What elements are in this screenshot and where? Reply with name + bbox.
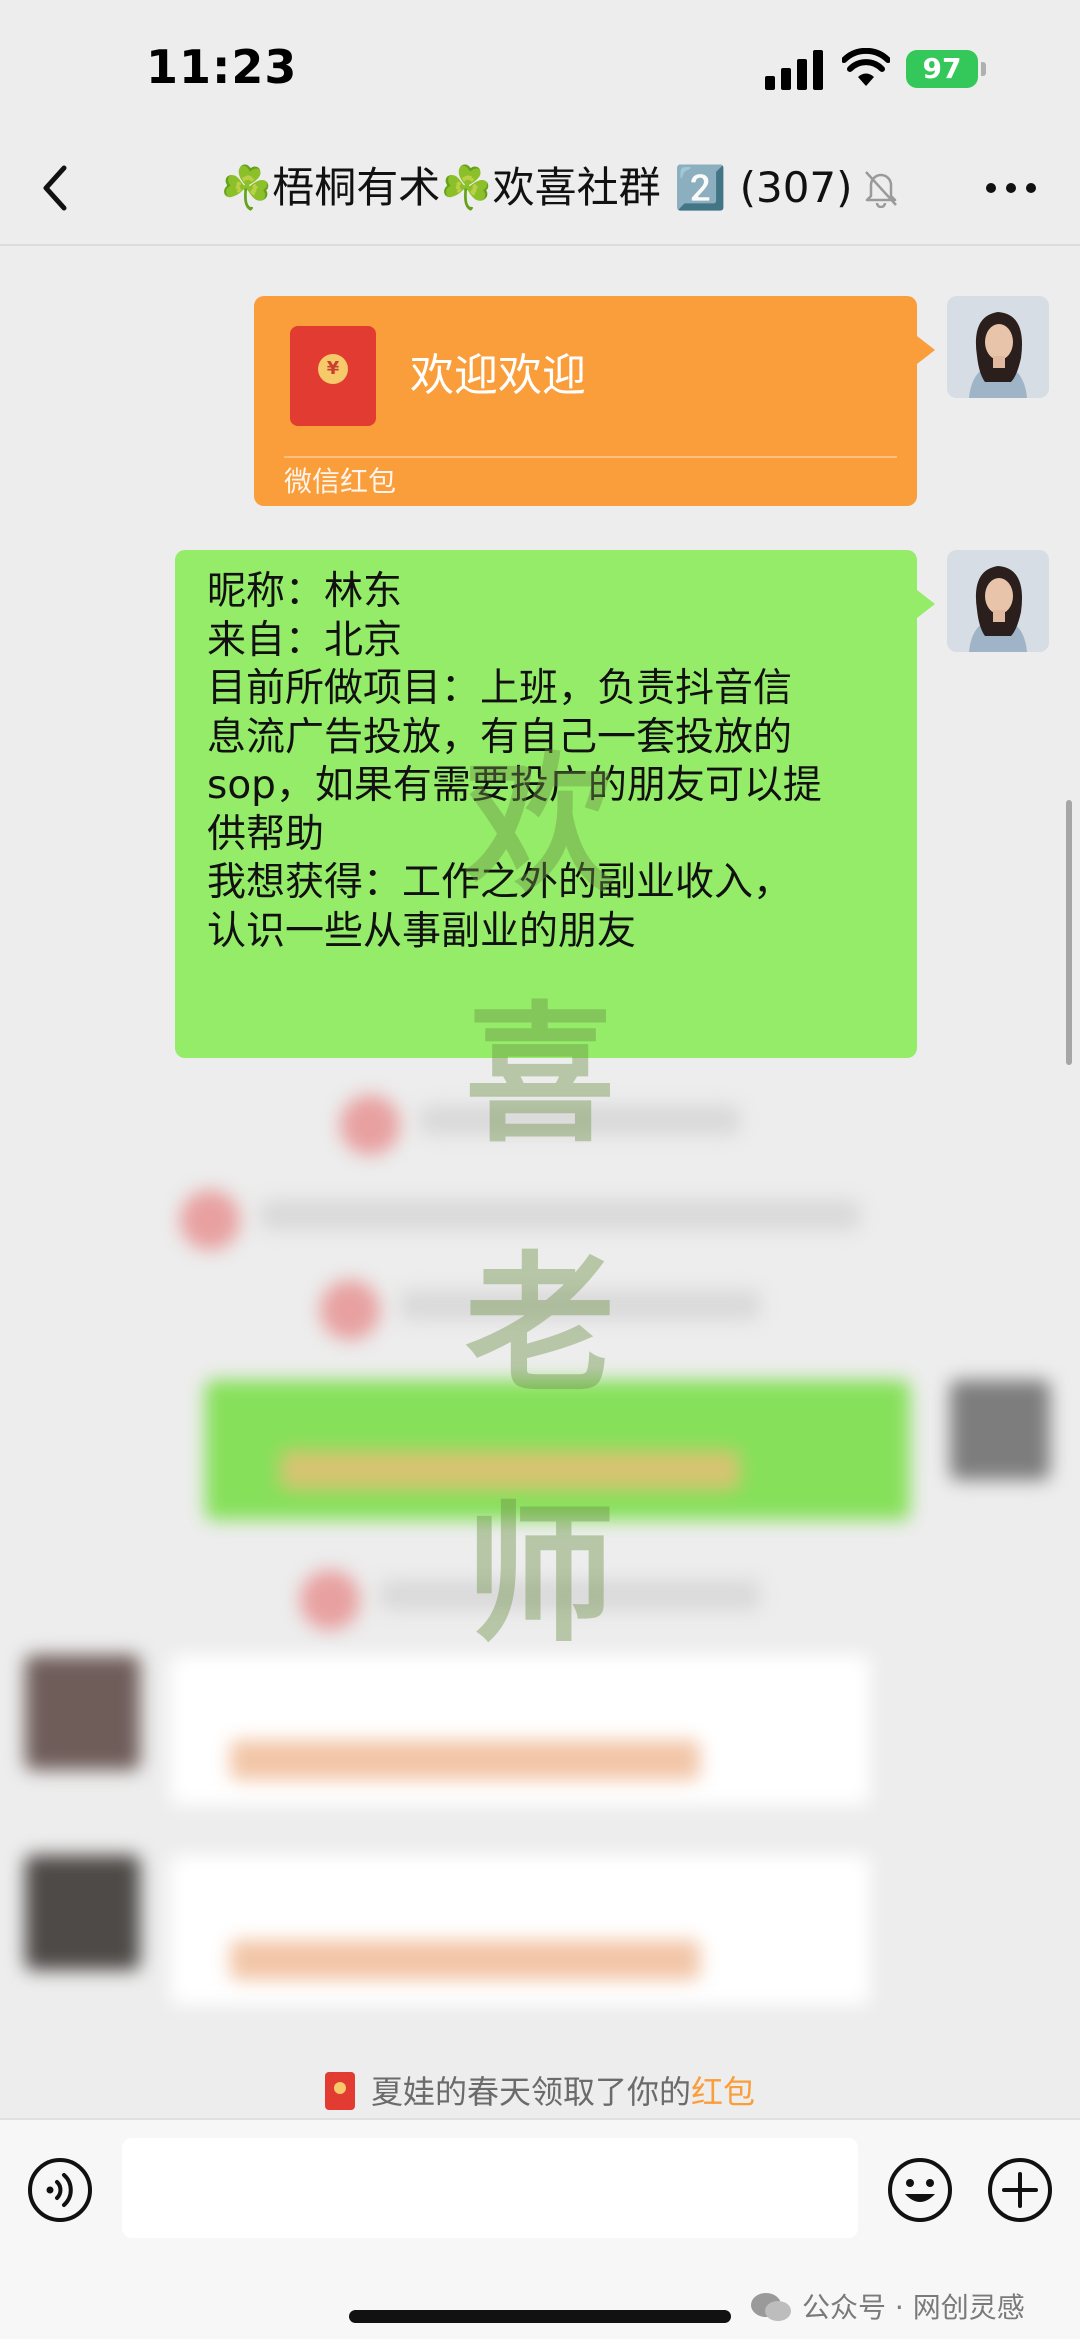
input-bar: 公众号 · 网创灵感: [0, 2118, 1080, 2339]
red-packet-message[interactable]: ¥ 欢迎欢迎 微信红包: [254, 296, 935, 506]
wifi-icon: [842, 48, 890, 86]
blurred-block: [230, 1940, 700, 1980]
ellipsis-icon[interactable]: [984, 180, 1038, 196]
plus-icon[interactable]: [986, 2156, 1054, 2224]
blurred-block: [230, 1740, 700, 1780]
battery-indicator: 97: [906, 50, 978, 88]
red-packet-greeting: 欢迎欢迎: [410, 350, 586, 401]
notice-text: 夏娃的春天领取了你的: [370, 2073, 691, 2111]
blurred-block: [25, 1655, 140, 1770]
coin-icon: ¥: [318, 354, 348, 384]
chat-header: ☘️梧桐有术☘️欢喜社群 2️⃣ (307): [0, 130, 1080, 246]
red-packet-divider: [284, 456, 897, 458]
chat-title: ☘️梧桐有术☘️欢喜社群 2️⃣ (307): [220, 163, 853, 212]
watermark-char: 欢: [464, 737, 615, 913]
home-indicator: [349, 2310, 731, 2323]
system-notice: 夏娃的春天领取了你的红包: [0, 2060, 1080, 2124]
scroll-indicator[interactable]: [1066, 800, 1072, 1065]
watermark: 欢 喜 老 师: [440, 700, 640, 1663]
message-line: 昵称：林东: [207, 569, 403, 614]
message-input[interactable]: [122, 2138, 858, 2238]
sender-avatar[interactable]: [947, 550, 1049, 652]
avatar-portrait-icon: [947, 296, 1049, 398]
red-packet-icon: ¥: [290, 326, 376, 426]
blurred-block: [950, 1380, 1050, 1480]
cellular-signal-icon: [765, 50, 823, 90]
status-bar: 11:23 97: [0, 0, 1080, 130]
blurred-block: [25, 1855, 140, 1970]
red-packet-link[interactable]: 红包: [691, 2073, 755, 2111]
watermark-char: 喜: [464, 987, 615, 1163]
source-watermark: 公众号 · 网创灵感: [750, 2286, 1025, 2330]
sender-avatar[interactable]: [947, 296, 1049, 398]
avatar-portrait-icon: [947, 550, 1049, 652]
blurred-block: [170, 1855, 870, 2005]
source-text: 公众号 · 网创灵感: [802, 2291, 1025, 2324]
status-time: 11:23: [146, 40, 298, 94]
watermark-char: 师: [464, 1487, 615, 1663]
wechat-icon: [751, 2293, 791, 2321]
voice-icon[interactable]: [26, 2156, 94, 2224]
blurred-block: [180, 1190, 240, 1250]
bell-muted-icon: [865, 171, 897, 208]
battery-level: 97: [922, 52, 962, 85]
watermark-char: 老: [464, 1237, 615, 1413]
blurred-block: [320, 1280, 380, 1340]
message-line: 来自：北京: [207, 617, 403, 663]
red-packet-icon: [324, 2072, 355, 2110]
blurred-block: [300, 1570, 360, 1630]
red-packet-label: 微信红包: [284, 465, 397, 498]
chevron-left-icon[interactable]: [36, 160, 76, 216]
battery-cap: [981, 62, 986, 76]
blurred-block: [340, 1095, 400, 1155]
emoji-icon[interactable]: [886, 2156, 954, 2224]
